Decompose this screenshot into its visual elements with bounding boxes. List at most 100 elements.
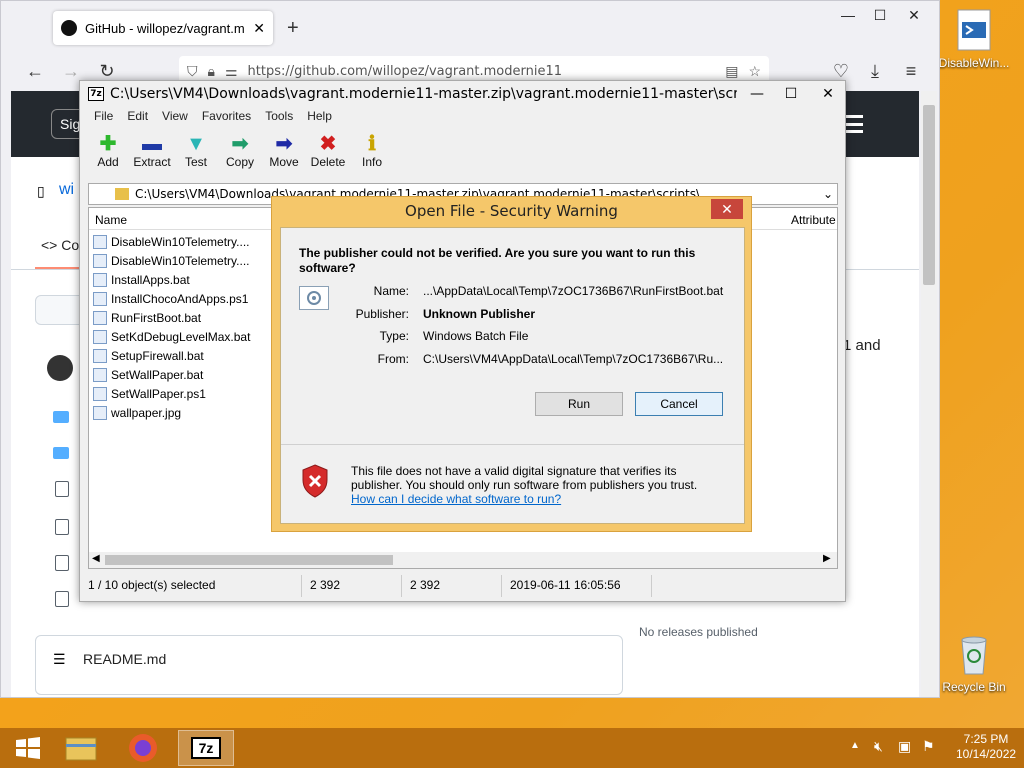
minus-icon: ▬ xyxy=(142,133,162,155)
list-item[interactable]: InstallApps.bat xyxy=(93,270,190,289)
desktop-icon-disablewin[interactable]: DisableWin... xyxy=(934,8,1014,70)
add-button[interactable]: ✚ Add xyxy=(88,133,128,169)
file-icon xyxy=(93,272,107,287)
status-modified: 2019-06-11 16:05:56 xyxy=(502,575,652,597)
tab-code[interactable]: <> Co xyxy=(41,237,79,253)
folder-icon xyxy=(53,447,69,459)
menu-icon[interactable]: ≡ xyxy=(899,59,923,83)
minimize-icon[interactable]: — xyxy=(743,86,771,102)
list-icon: ☰ xyxy=(53,651,66,667)
list-item-selected[interactable]: RunFirstBoot.bat xyxy=(93,308,201,327)
volume-muted-icon[interactable]: 🔇︎ xyxy=(874,738,883,755)
avatar xyxy=(47,355,73,381)
repo-name[interactable]: wi xyxy=(59,181,74,199)
list-item[interactable]: DisableWin10Telemetry.... xyxy=(93,251,250,270)
dialog-close-icon[interactable]: ✕ xyxy=(711,199,743,219)
new-tab-icon[interactable]: + xyxy=(287,17,299,40)
file-icon xyxy=(93,291,107,306)
info-label: Info xyxy=(361,155,382,169)
menu-help[interactable]: Help xyxy=(307,109,332,129)
lock-icon: 🔒︎ xyxy=(207,62,215,79)
list-item[interactable]: SetupFirewall.bat xyxy=(93,346,204,365)
shield-icon: ⛉ xyxy=(187,62,198,79)
list-item[interactable]: DisableWin10Telemetry.... xyxy=(93,232,250,251)
field-value: ...\AppData\Local\Temp\7zOC1736B67\RunFi… xyxy=(423,284,724,298)
close-window-icon[interactable]: ✕ xyxy=(899,7,929,24)
file-explorer-button[interactable] xyxy=(58,730,104,766)
list-item[interactable]: InstallChocoAndApps.ps1 xyxy=(93,289,248,308)
maximize-icon[interactable]: ☐ xyxy=(777,86,805,102)
page-scrollbar-thumb[interactable] xyxy=(923,105,935,285)
menu-favorites[interactable]: Favorites xyxy=(202,109,251,129)
reader-view-icon[interactable]: ▤ xyxy=(725,63,738,80)
minimize-icon[interactable]: — xyxy=(833,7,863,23)
7zip-toolbar: ✚ Add ▬ Extract ▼ Test ➡ Copy ➡ Move ✖ D… xyxy=(88,133,392,169)
copy-button[interactable]: ➡ Copy xyxy=(220,133,260,169)
menu-edit[interactable]: Edit xyxy=(127,109,148,129)
7zip-logo-icon: 7z xyxy=(88,87,104,101)
action-center-icon[interactable]: ⚑ xyxy=(922,738,935,755)
run-button[interactable]: Run xyxy=(535,392,623,416)
menu-tools[interactable]: Tools xyxy=(265,109,293,129)
status-size: 2 392 xyxy=(302,575,402,597)
plus-icon: ✚ xyxy=(99,133,117,155)
permissions-icon: ⚌ xyxy=(224,62,238,79)
start-button[interactable] xyxy=(4,730,50,766)
clock-date: 10/14/2022 xyxy=(956,747,1017,761)
chevron-down-icon[interactable]: ⌄ xyxy=(819,187,837,201)
scroll-left-icon[interactable]: ◀ xyxy=(92,553,100,564)
file-name: SetWallPaper.bat xyxy=(111,367,204,382)
bookmark-star-icon[interactable]: ☆ xyxy=(748,63,761,80)
close-icon[interactable]: ✕ xyxy=(811,86,845,102)
scroll-right-icon[interactable]: ▶ xyxy=(823,553,831,564)
download-icon[interactable]: ⤓ xyxy=(863,59,887,83)
divider xyxy=(281,444,744,445)
desktop-icon-label: Recycle Bin xyxy=(942,680,1006,694)
close-tab-icon[interactable]: ✕ xyxy=(253,20,265,37)
field-value: Unknown Publisher xyxy=(423,307,536,321)
field-value: C:\Users\VM4\AppData\Local\Temp\7zOC1736… xyxy=(423,352,724,366)
move-button[interactable]: ➡ Move xyxy=(264,133,304,169)
about-text: 1 and xyxy=(843,337,881,354)
cancel-button[interactable]: Cancel xyxy=(635,392,723,416)
network-icon[interactable]: ▣ xyxy=(898,738,911,755)
horizontal-scrollbar-thumb[interactable] xyxy=(105,555,393,565)
menu-view[interactable]: View xyxy=(162,109,188,129)
file-name: SetupFirewall.bat xyxy=(111,348,204,363)
list-item[interactable]: SetKdDebugLevelMax.bat xyxy=(93,327,250,346)
field-label: Publisher: xyxy=(355,307,409,321)
column-attributes[interactable]: Attribute xyxy=(791,213,836,227)
repo-book-icon: ▯ xyxy=(37,183,45,199)
browser-tab[interactable]: GitHub - willopez/vagrant.mod ✕ xyxy=(53,11,273,45)
folder-icon xyxy=(65,737,97,761)
status-selected: 1 / 10 object(s) selected xyxy=(80,575,302,597)
firefox-icon xyxy=(129,734,157,762)
desktop-icon-recycle-bin[interactable]: Recycle Bin xyxy=(934,632,1014,694)
firefox-button[interactable] xyxy=(120,730,166,766)
7zip-title: C:\Users\VM4\Downloads\vagrant.modernie1… xyxy=(110,86,737,102)
column-name[interactable]: Name xyxy=(95,213,127,227)
file-icon xyxy=(93,329,107,344)
test-button[interactable]: ▼ Test xyxy=(176,133,216,169)
warning-message: This file does not have a valid digital … xyxy=(351,464,698,492)
info-button[interactable]: ℹ Info xyxy=(352,133,392,169)
help-link[interactable]: How can I decide what software to run? xyxy=(351,492,731,506)
clock[interactable]: 7:25 PM 10/14/2022 xyxy=(956,732,1016,762)
field-label: Name: xyxy=(373,284,409,298)
list-item[interactable]: wallpaper.jpg xyxy=(93,403,181,422)
status-packed: 2 392 xyxy=(402,575,502,597)
7zip-taskbar-button[interactable]: 7z xyxy=(178,730,234,766)
maximize-icon[interactable]: ☐ xyxy=(865,7,895,24)
extract-button[interactable]: ▬ Extract xyxy=(132,133,172,169)
delete-button[interactable]: ✖ Delete xyxy=(308,133,348,169)
file-name: SetWallPaper.ps1 xyxy=(111,386,206,401)
branch-button[interactable] xyxy=(35,295,85,325)
list-item[interactable]: SetWallPaper.bat xyxy=(93,365,203,384)
list-item[interactable]: SetWallPaper.ps1 xyxy=(93,384,206,403)
menu-file[interactable]: File xyxy=(94,109,113,129)
show-hidden-icons-icon[interactable]: ▲ xyxy=(850,740,860,751)
field-label: From: xyxy=(377,352,409,366)
back-icon[interactable]: ← xyxy=(23,59,47,83)
file-name: DisableWin10Telemetry.... xyxy=(111,253,250,268)
readme-title[interactable]: README.md xyxy=(83,651,166,667)
